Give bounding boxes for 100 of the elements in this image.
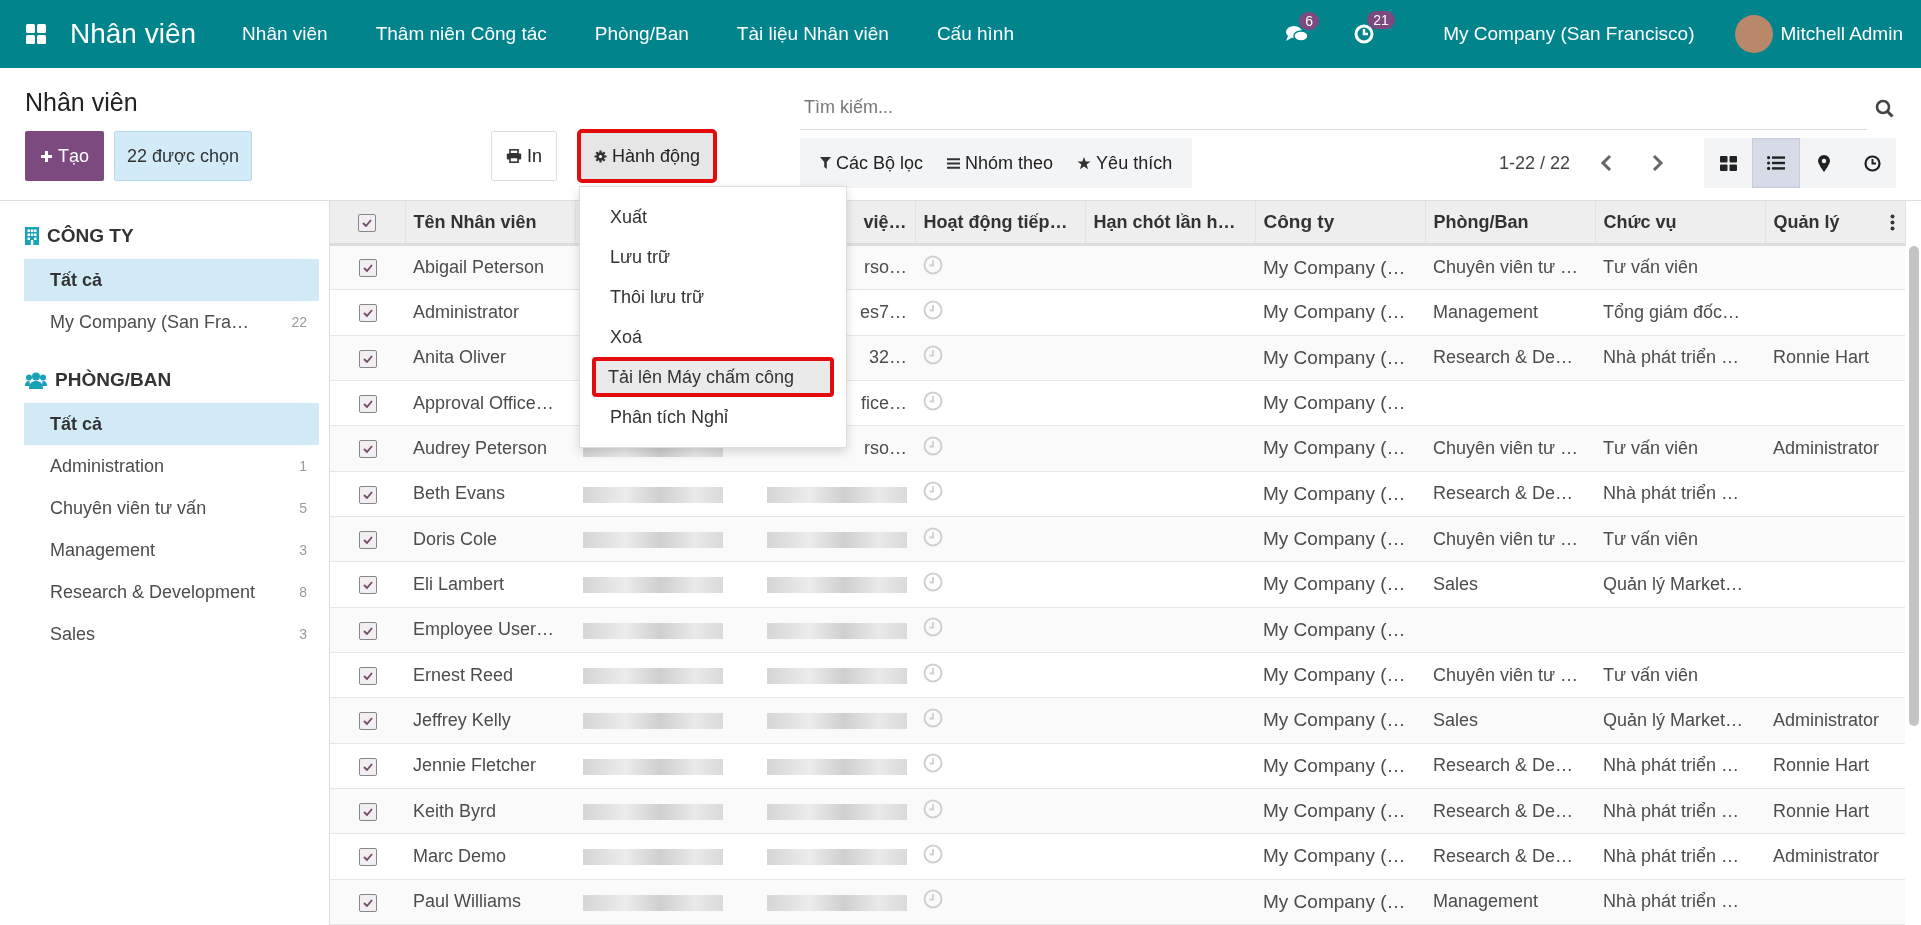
menu-item[interactable]: Xoá <box>579 317 846 357</box>
table-cell: Management <box>1433 302 1539 322</box>
table-cell: Marc Demo <box>413 845 506 866</box>
page-title: Nhân viên <box>25 88 139 117</box>
create-button[interactable]: Tạo <box>25 131 105 181</box>
table-cell: Tư vấn viên <box>1603 664 1699 685</box>
sidebar-item[interactable]: Management 3 <box>24 529 319 571</box>
filters-button[interactable]: Các Bộ lọc <box>808 152 936 174</box>
users-icon <box>25 371 47 389</box>
table-cell: Abigail Peterson <box>413 257 545 278</box>
row-checkbox[interactable] <box>358 712 377 731</box>
table-cell: Administrator <box>1773 437 1880 458</box>
select-all-checkbox[interactable] <box>358 213 377 232</box>
table-cell: Quản lý Market… <box>1603 573 1744 594</box>
user-menu[interactable]: Mitchell Admin <box>1780 23 1903 45</box>
table-cell: My Company (… <box>1263 800 1406 822</box>
row-checkbox[interactable] <box>358 802 377 821</box>
table-cell: Administrator <box>1773 709 1880 730</box>
table-cell: My Company (… <box>1263 392 1406 414</box>
nav-menu-item[interactable]: Cấu hình <box>912 23 1038 45</box>
table-cell: Keith Byrd <box>413 800 497 821</box>
row-checkbox[interactable] <box>358 757 377 776</box>
table-cell: Sales <box>1433 573 1479 594</box>
sidebar-item[interactable]: My Company (San Fra… 22 <box>24 301 319 343</box>
table-cell: rso… <box>864 257 907 278</box>
table-cell: Tư vấn viên <box>1603 437 1699 458</box>
table-cell: Doris Cole <box>413 528 498 549</box>
search-field[interactable]: Tìm kiếm... <box>800 86 1867 130</box>
menu-item[interactable]: Phân tích Nghỉ <box>579 397 846 437</box>
table-cell: fice… <box>861 392 907 413</box>
search-icon[interactable] <box>1875 98 1894 118</box>
row-checkbox[interactable] <box>358 304 377 323</box>
row-checkbox[interactable] <box>358 349 377 368</box>
table-cell: Anita Oliver <box>413 347 507 368</box>
table-cell: Research & De… <box>1433 845 1574 866</box>
previous-page-icon[interactable] <box>1600 154 1612 172</box>
sidebar-item[interactable]: Sales 3 <box>24 613 319 655</box>
nav-menu-item[interactable]: Nhân viên <box>218 23 352 45</box>
group-by-button[interactable]: Nhóm theo <box>935 152 1066 174</box>
row-checkbox[interactable] <box>358 259 377 278</box>
scrollbar[interactable] <box>1908 246 1919 726</box>
selection-count-button[interactable]: 22 được chọn <box>114 131 252 181</box>
next-page-icon[interactable] <box>1652 154 1664 172</box>
sidebar-item-label: Administration <box>50 455 165 477</box>
column-header[interactable]: việ… <box>863 211 907 232</box>
row-checkbox[interactable] <box>358 576 377 595</box>
sidebar-item[interactable]: Chuyên viên tư vấn 5 <box>24 487 319 529</box>
nav-menu-item[interactable]: Tài liệu Nhân viên <box>712 23 913 45</box>
table-cell: My Company (… <box>1263 845 1406 867</box>
row-checkbox[interactable] <box>358 621 377 640</box>
table-cell: My Company (… <box>1263 754 1406 776</box>
sidebar-item[interactable]: Administration 1 <box>24 445 319 487</box>
action-button[interactable]: Hành động <box>578 131 715 181</box>
table-cell: Quản lý Market… <box>1603 709 1744 730</box>
menu-item[interactable]: Lưu trữ <box>579 237 846 277</box>
chat-icon[interactable] <box>1285 24 1310 44</box>
checkmark-icon <box>362 898 373 907</box>
row-checkbox[interactable] <box>358 666 377 685</box>
table-cell: My Company (… <box>1263 437 1406 459</box>
table-cell: Sales <box>1433 709 1479 730</box>
table-cell: Research & De… <box>1433 347 1574 368</box>
plus-icon <box>40 149 53 163</box>
app-title[interactable]: Nhân viên <box>70 18 197 50</box>
item-count: 22 <box>291 314 307 330</box>
checkmark-icon <box>362 399 373 408</box>
row-checkbox[interactable] <box>358 530 377 549</box>
row-checkbox[interactable] <box>358 848 377 867</box>
table-cell: Approval Office… <box>413 392 554 413</box>
table-cell: Management <box>1433 891 1539 912</box>
nav-menu-item[interactable]: Phòng/Ban <box>570 23 713 45</box>
company-switcher[interactable]: My Company (San Francisco) <box>1443 23 1695 45</box>
row-checkbox[interactable] <box>358 893 377 912</box>
table-cell: Nhà phát triển … <box>1603 347 1740 368</box>
menu-item[interactable]: Xuất <box>579 197 846 237</box>
table-cell: My Company (… <box>1263 256 1406 278</box>
menu-item[interactable]: Tải lên Máy chấm công <box>591 357 834 397</box>
favorites-button[interactable]: Yêu thích <box>1065 152 1185 174</box>
clock-icon[interactable] <box>1353 23 1376 45</box>
list-view-button[interactable] <box>1752 138 1800 188</box>
table-cell: 32… <box>868 347 907 368</box>
row-checkbox[interactable] <box>358 440 377 459</box>
pager-value[interactable]: 1-22 / 22 <box>1498 152 1570 174</box>
kebab-menu-icon[interactable] <box>1889 214 1895 231</box>
apps-menu-icon[interactable] <box>26 24 46 44</box>
sidebar-item[interactable]: Tất cả <box>24 259 319 301</box>
sidebar-item[interactable]: Research & Development 8 <box>24 571 319 613</box>
print-button[interactable]: In <box>490 131 557 181</box>
item-count: 8 <box>299 584 307 600</box>
checkmark-icon <box>362 626 373 635</box>
table-cell: Nhà phát triển … <box>1603 800 1740 821</box>
gear-icon <box>593 149 607 163</box>
row-checkbox[interactable] <box>358 485 377 504</box>
row-checkbox[interactable] <box>358 394 377 413</box>
sidebar-item[interactable]: Tất cả <box>24 403 319 445</box>
sidebar-item-label: Tất cả <box>50 269 103 291</box>
nav-menu-item[interactable]: Thâm niên Công tác <box>351 23 571 45</box>
menu-item[interactable]: Thôi lưu trữ <box>579 277 846 317</box>
section-title: CÔNG TY <box>47 225 134 247</box>
table-cell: My Company (… <box>1263 890 1406 912</box>
checkmark-icon <box>362 717 373 726</box>
